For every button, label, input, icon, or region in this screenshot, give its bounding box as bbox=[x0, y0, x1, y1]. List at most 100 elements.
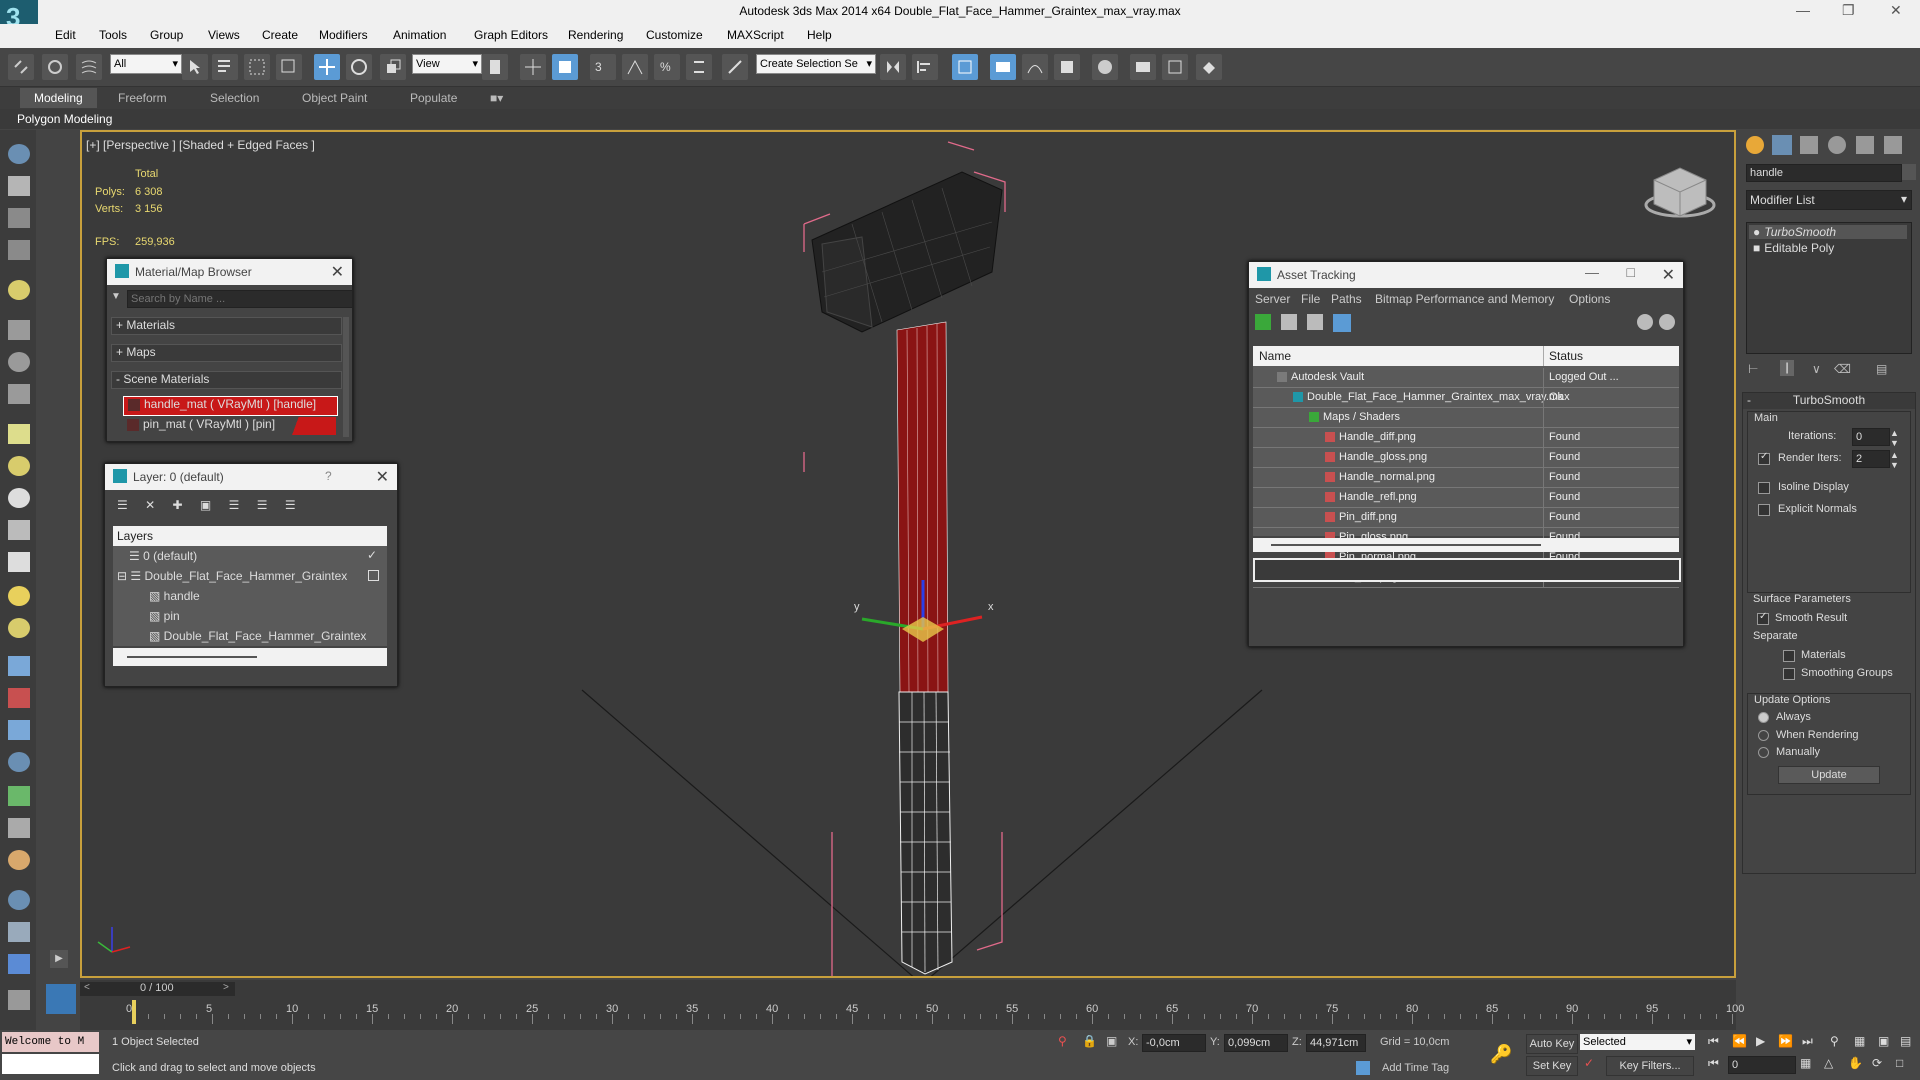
z-field[interactable] bbox=[1306, 1034, 1366, 1052]
remove-modifier-icon[interactable]: ⌫ bbox=[1834, 362, 1851, 376]
asset-row[interactable]: Handle_diff.png Found bbox=[1253, 428, 1679, 448]
asset-row[interactable]: Pin_diff.png Found bbox=[1253, 508, 1679, 528]
hide-all-icon[interactable]: ☰ bbox=[257, 498, 268, 512]
material-item-pin[interactable]: pin_mat ( VRayMtl ) [pin] bbox=[123, 417, 336, 435]
tab-populate[interactable]: Populate bbox=[410, 91, 457, 105]
column-status[interactable]: Status bbox=[1549, 349, 1583, 363]
camera-icon[interactable] bbox=[8, 176, 30, 196]
refresh-icon[interactable] bbox=[1255, 314, 1271, 330]
select-by-name-icon[interactable] bbox=[212, 54, 238, 80]
reference-coordinate-dropdown[interactable]: View ▾ bbox=[412, 54, 482, 74]
set-key-button[interactable]: Set Key bbox=[1526, 1056, 1578, 1076]
minimize-icon[interactable]: — bbox=[1585, 264, 1599, 280]
tool-icon[interactable] bbox=[8, 320, 30, 340]
select-move-icon[interactable] bbox=[314, 54, 340, 80]
hair-icon[interactable] bbox=[8, 818, 30, 838]
layer-panel-header[interactable]: Layer: 0 (default) ? ✕ bbox=[105, 464, 397, 490]
keyboard-shortcut-override-icon[interactable] bbox=[552, 54, 578, 80]
pin-stack-icon[interactable]: ⊢ bbox=[1748, 362, 1758, 376]
section-maps[interactable]: + Maps bbox=[111, 344, 342, 362]
asset-tracking-header[interactable]: Asset Tracking — □ ✕ bbox=[1249, 262, 1683, 288]
plane-icon[interactable] bbox=[8, 424, 30, 444]
ribbon-options-icon[interactable]: ■▾ bbox=[490, 91, 503, 105]
when-rendering-radio[interactable] bbox=[1758, 730, 1769, 741]
delete-layer-icon[interactable]: ✕ bbox=[145, 498, 155, 512]
render-iters-spinner-icon[interactable]: ▲ ▼ bbox=[1890, 450, 1899, 470]
scene-explorer-icon[interactable] bbox=[952, 54, 978, 80]
named-selection-set-field[interactable]: Create Selection Se ▾ bbox=[756, 54, 876, 74]
maximize-icon[interactable]: □ bbox=[1627, 264, 1635, 280]
curve-editor-icon[interactable] bbox=[1022, 54, 1048, 80]
asset-row[interactable]: Maps / Shaders bbox=[1253, 408, 1679, 428]
render-iters-field[interactable] bbox=[1852, 450, 1890, 468]
asset-menu-options[interactable]: Options bbox=[1569, 292, 1610, 306]
make-unique-icon[interactable]: ∨ bbox=[1812, 362, 1821, 376]
lightbulb-icon[interactable]: ● bbox=[1749, 225, 1764, 239]
isolate-icon[interactable]: ⚲ bbox=[1058, 1034, 1067, 1048]
filter-icon[interactable]: ▼ bbox=[111, 291, 123, 303]
zoom-all-icon[interactable]: ▦ bbox=[1854, 1034, 1865, 1048]
min-max-toggle-icon[interactable]: □ bbox=[1896, 1056, 1903, 1070]
highlight-layer-icon[interactable]: ☰ bbox=[229, 498, 240, 512]
asset-row[interactable]: Autodesk Vault Logged Out ... bbox=[1253, 368, 1679, 388]
column-name[interactable]: Name bbox=[1259, 349, 1291, 363]
add-to-layer-icon[interactable]: ✚ bbox=[173, 498, 183, 512]
ball-icon[interactable] bbox=[8, 488, 30, 508]
close-icon[interactable]: ✕ bbox=[331, 262, 344, 282]
grid-icon[interactable] bbox=[8, 240, 30, 260]
tab-object-paint[interactable]: Object Paint bbox=[302, 91, 367, 105]
sun-icon[interactable] bbox=[8, 586, 30, 606]
stack-item-editable-poly[interactable]: ■ Editable Poly bbox=[1749, 241, 1907, 255]
next-frame-button-icon[interactable]: ⏩ bbox=[1778, 1034, 1793, 1048]
align-icon[interactable] bbox=[912, 54, 938, 80]
section-materials[interactable]: + Materials bbox=[111, 317, 342, 335]
percent-snap-icon[interactable]: % bbox=[654, 54, 680, 80]
current-frame-marker[interactable] bbox=[132, 1000, 136, 1024]
asset-menu-server[interactable]: Server bbox=[1255, 292, 1290, 306]
object-name-field[interactable] bbox=[1746, 164, 1902, 182]
key-mode-toggle-icon[interactable]: ⏮ bbox=[1708, 1056, 1719, 1071]
rectangular-selection-icon[interactable] bbox=[244, 54, 270, 80]
half-sphere-icon[interactable] bbox=[8, 456, 30, 476]
menu-help[interactable]: Help bbox=[807, 28, 832, 42]
iterations-spinner-icon[interactable]: ▲ ▼ bbox=[1890, 428, 1899, 448]
cone-icon[interactable] bbox=[8, 552, 30, 572]
layer-checkbox[interactable] bbox=[368, 570, 379, 581]
new-layer-icon[interactable]: ☰ bbox=[117, 498, 128, 512]
separate-materials-checkbox[interactable] bbox=[1783, 650, 1795, 662]
asset-menu-paths[interactable]: Paths bbox=[1331, 292, 1362, 306]
render-icon[interactable] bbox=[8, 954, 30, 974]
select-scale-icon[interactable] bbox=[380, 54, 406, 80]
asset-hscrollbar[interactable] bbox=[1253, 538, 1679, 552]
menu-modifiers[interactable]: Modifiers bbox=[319, 28, 368, 42]
hierarchy-tab-icon[interactable] bbox=[1800, 136, 1818, 154]
field-of-view-icon[interactable]: △ bbox=[1824, 1056, 1833, 1070]
play-icon[interactable]: ▶ bbox=[1756, 1034, 1765, 1048]
angle-snap-icon[interactable] bbox=[622, 54, 648, 80]
isoline-checkbox[interactable] bbox=[1758, 482, 1770, 494]
close-icon[interactable]: ✕ bbox=[1662, 265, 1675, 285]
material-browser-header[interactable]: Material/Map Browser ✕ bbox=[107, 259, 352, 285]
video-icon[interactable] bbox=[8, 384, 30, 404]
settings-icon[interactable] bbox=[1659, 314, 1675, 330]
tab-modeling[interactable]: Modeling bbox=[20, 88, 97, 108]
update-button[interactable]: Update bbox=[1778, 766, 1880, 784]
object-color-swatch[interactable] bbox=[1902, 164, 1916, 180]
object-item-hammer[interactable]: ▧ Double_Flat_Face_Hammer_Graintex bbox=[149, 629, 366, 643]
modifier-list-dropdown[interactable]: Modifier List ▾ bbox=[1746, 190, 1912, 210]
iterations-field[interactable] bbox=[1852, 428, 1890, 446]
explicit-normals-checkbox[interactable] bbox=[1758, 504, 1770, 516]
render-iters-checkbox[interactable]: ✓ bbox=[1758, 451, 1770, 465]
always-radio[interactable] bbox=[1758, 712, 1769, 723]
next-frame-icon[interactable]: > bbox=[223, 982, 229, 993]
go-to-end-icon[interactable]: ⏭ bbox=[1802, 1034, 1813, 1049]
smoothing-groups-checkbox[interactable] bbox=[1783, 668, 1795, 680]
utility-icon[interactable] bbox=[8, 922, 30, 942]
plant-icon[interactable] bbox=[8, 786, 30, 806]
select-rotate-icon[interactable] bbox=[346, 54, 372, 80]
window-crossing-icon[interactable] bbox=[276, 54, 302, 80]
expand-icon[interactable]: ■ bbox=[1749, 241, 1764, 255]
prev-frame-icon[interactable]: < bbox=[84, 982, 90, 993]
close-icon[interactable]: ✕ bbox=[376, 467, 389, 487]
teapot-small-icon[interactable] bbox=[8, 520, 30, 540]
